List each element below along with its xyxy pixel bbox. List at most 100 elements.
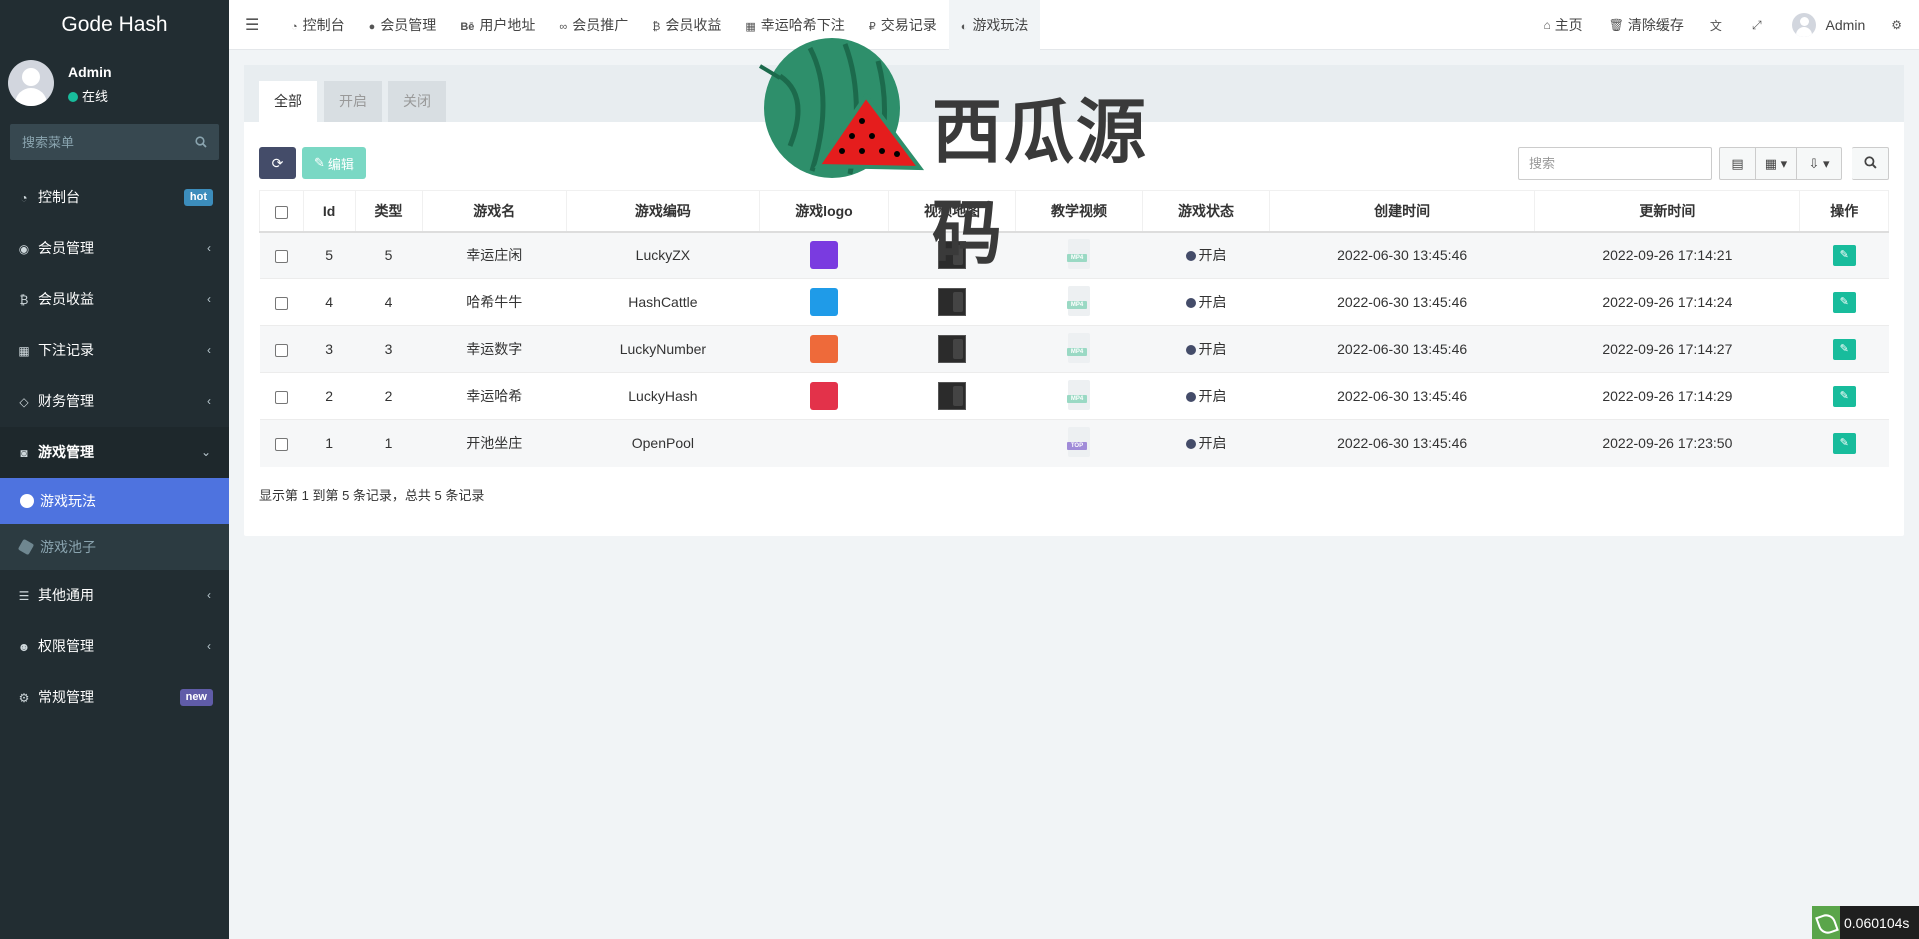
id-cell: 1 [303,419,355,467]
row-checkbox[interactable] [274,343,288,357]
admin-menu[interactable]: Admin [1779,0,1879,50]
table-row[interactable]: 4 4 哈希牛牛 HashCattle MP4 开启 2022-06-30 13… [259,278,1889,326]
table-row[interactable]: 2 2 幸运哈希 LuckyHash MP4 开启 2022-06-30 13:… [259,372,1889,420]
col-tutorial-video[interactable]: 教学视频 [1014,190,1144,233]
sidebar-item-finance[interactable]: ◇ 财务管理 ‹ [0,376,229,427]
chevron-left-icon: ‹ [207,343,211,357]
sidebar-menu: ◔ 控制台 hot ◉ 会员管理 ‹ ₿ 会员收益 ‹ ▦ 下注记录 ‹ ◇ 财务管理 ‹… [0,172,229,723]
home-link[interactable]: ⌂ 主页 [1530,0,1595,50]
row-checkbox[interactable] [274,390,288,404]
video-file-icon[interactable]: MP4 [1066,380,1092,412]
tab-addresses[interactable]: Bē 用户地址 [448,0,547,50]
search-icon[interactable] [195,135,207,151]
video-map-image[interactable] [937,382,966,410]
tab-game-modes[interactable]: ◐ 游戏玩法 [948,0,1041,50]
tab-dashboard[interactable]: ◔ 控制台 [279,0,357,50]
game-logo-cell [759,325,889,373]
col-game-logo[interactable]: 游戏logo [758,190,889,233]
game-logo-image[interactable] [809,288,838,316]
chevron-left-icon: ‹ [207,292,211,306]
table-search-input[interactable] [1518,147,1712,180]
tab-earnings[interactable]: ₿ 会员收益 [640,0,733,50]
row-edit-button[interactable]: ✎ [1832,244,1856,266]
col-video-map[interactable]: 视频地图 [887,190,1017,233]
video-map-image[interactable] [937,241,966,270]
sidebar-item-earnings[interactable]: ₿ 会员收益 ‹ [0,274,229,325]
game-logo-cell [759,231,889,279]
sidebar-item-permissions[interactable]: ☻ 权限管理 ‹ [0,621,229,672]
table-row[interactable]: 3 3 幸运数字 LuckyNumber MP4 开启 2022-06-30 1… [259,325,1889,373]
game-modes-table: Id 类型 游戏名 游戏编码 游戏logo 视频地图 教学视频 游戏状态 创建时… [259,190,1889,467]
select-all-checkbox[interactable] [274,205,288,219]
row-edit-button[interactable]: ✎ [1832,432,1856,454]
col-type[interactable]: 类型 [354,190,423,233]
tab-members[interactable]: ● 会员管理 [357,0,449,50]
video-file-icon[interactable]: MP4 [1066,333,1092,365]
dashboard-icon: ◔ [291,21,298,33]
row-checkbox[interactable] [274,438,288,452]
game-logo-image[interactable] [809,241,838,270]
tutorial-video-cell: MP4 [1015,372,1143,420]
menu-search-input[interactable] [10,124,219,160]
actions-cell: ✎ [1799,372,1889,420]
row-edit-button[interactable]: ✎ [1832,338,1856,360]
video-map-cell [888,325,1016,373]
sidebar-item-misc[interactable]: ☰ 其他通用 ‹ [0,570,229,621]
tab-disabled[interactable]: 关闭 [388,81,446,122]
debug-timer[interactable]: 0.060104s [1812,906,1919,939]
row-checkbox[interactable] [274,250,288,264]
brand-logo[interactable]: Gode Hash [0,0,229,50]
sidebar-item-game-pools[interactable]: 游戏池子 [0,524,229,570]
clear-cache-button[interactable]: 🗑 清除缓存 [1596,0,1697,50]
sidebar-item-dashboard[interactable]: ◔ 控制台 hot [0,172,229,223]
refresh-button[interactable]: ⟳ [259,147,296,179]
video-map-image[interactable] [937,335,966,363]
menu-toggle-icon[interactable]: ☰ [245,15,259,35]
advanced-search-button[interactable] [1852,147,1889,180]
video-file-icon[interactable]: MP4 [1066,239,1092,271]
toggle-view-button[interactable]: ▤ [1719,147,1756,180]
settings-button[interactable]: ⚙ [1878,0,1919,50]
row-edit-button[interactable]: ✎ [1832,291,1856,313]
sidebar-item-games[interactable]: ◙ 游戏管理 ⌄ [0,427,229,478]
col-game-name[interactable]: 游戏名 [421,190,567,233]
fullscreen-button[interactable]: ⤢ [1739,0,1779,50]
actions-cell: ✎ [1799,419,1889,467]
bitcoin-icon: ₿ [19,293,29,307]
sidebar-item-members[interactable]: ◉ 会员管理 ‹ [0,223,229,274]
video-file-icon[interactable]: TOP [1066,427,1092,459]
sidebar-item-game-modes[interactable]: 游戏玩法 [0,478,229,524]
tab-all[interactable]: 全部 [259,81,317,122]
game-logo-image[interactable] [809,335,838,363]
export-button[interactable]: ⇩ ▾ [1797,147,1842,180]
col-game-status[interactable]: 游戏状态 [1142,190,1271,233]
col-updated-time[interactable]: 更新时间 [1534,190,1801,233]
table-row[interactable]: 5 5 幸运庄闲 LuckyZX MP4 开启 2022-06-30 13:45… [259,231,1889,279]
col-created-time[interactable]: 创建时间 [1269,190,1536,233]
tab-promotion[interactable]: ∞ 会员推广 [547,0,640,50]
video-map-image[interactable] [937,288,966,316]
status-dot-icon [1185,298,1196,308]
columns-button[interactable]: ▦ ▾ [1756,147,1797,180]
col-game-code[interactable]: 游戏编码 [565,190,760,233]
tab-transactions[interactable]: ₽ 交易记录 [857,0,949,50]
col-id[interactable]: Id [302,190,356,233]
tab-enabled[interactable]: 开启 [324,81,382,122]
row-checkbox[interactable] [274,296,288,310]
sidebar-item-general[interactable]: ⚙ 常规管理 new [0,672,229,723]
edit-button[interactable]: ✎ 编辑 [302,147,366,179]
user-name: Admin [68,64,112,80]
row-edit-button[interactable]: ✎ [1832,385,1856,407]
tab-lucky-hash-bets[interactable]: ▦ 幸运哈希下注 [733,0,856,50]
avatar [8,60,54,106]
sidebar-item-bets[interactable]: ▦ 下注记录 ‹ [0,325,229,376]
language-button[interactable]: 文 [1697,0,1739,50]
video-file-icon[interactable]: MP4 [1066,286,1092,318]
type-cell: 4 [355,278,423,326]
game-logo-image[interactable] [809,382,838,410]
row-select-cell [259,419,304,467]
game-name-cell: 幸运哈希 [422,372,567,420]
type-cell: 5 [355,231,423,279]
table-row[interactable]: 1 1 开池坐庄 OpenPool TOP 开启 2022-06-30 13:4… [259,419,1889,467]
compass-icon: ◐ [960,21,968,33]
